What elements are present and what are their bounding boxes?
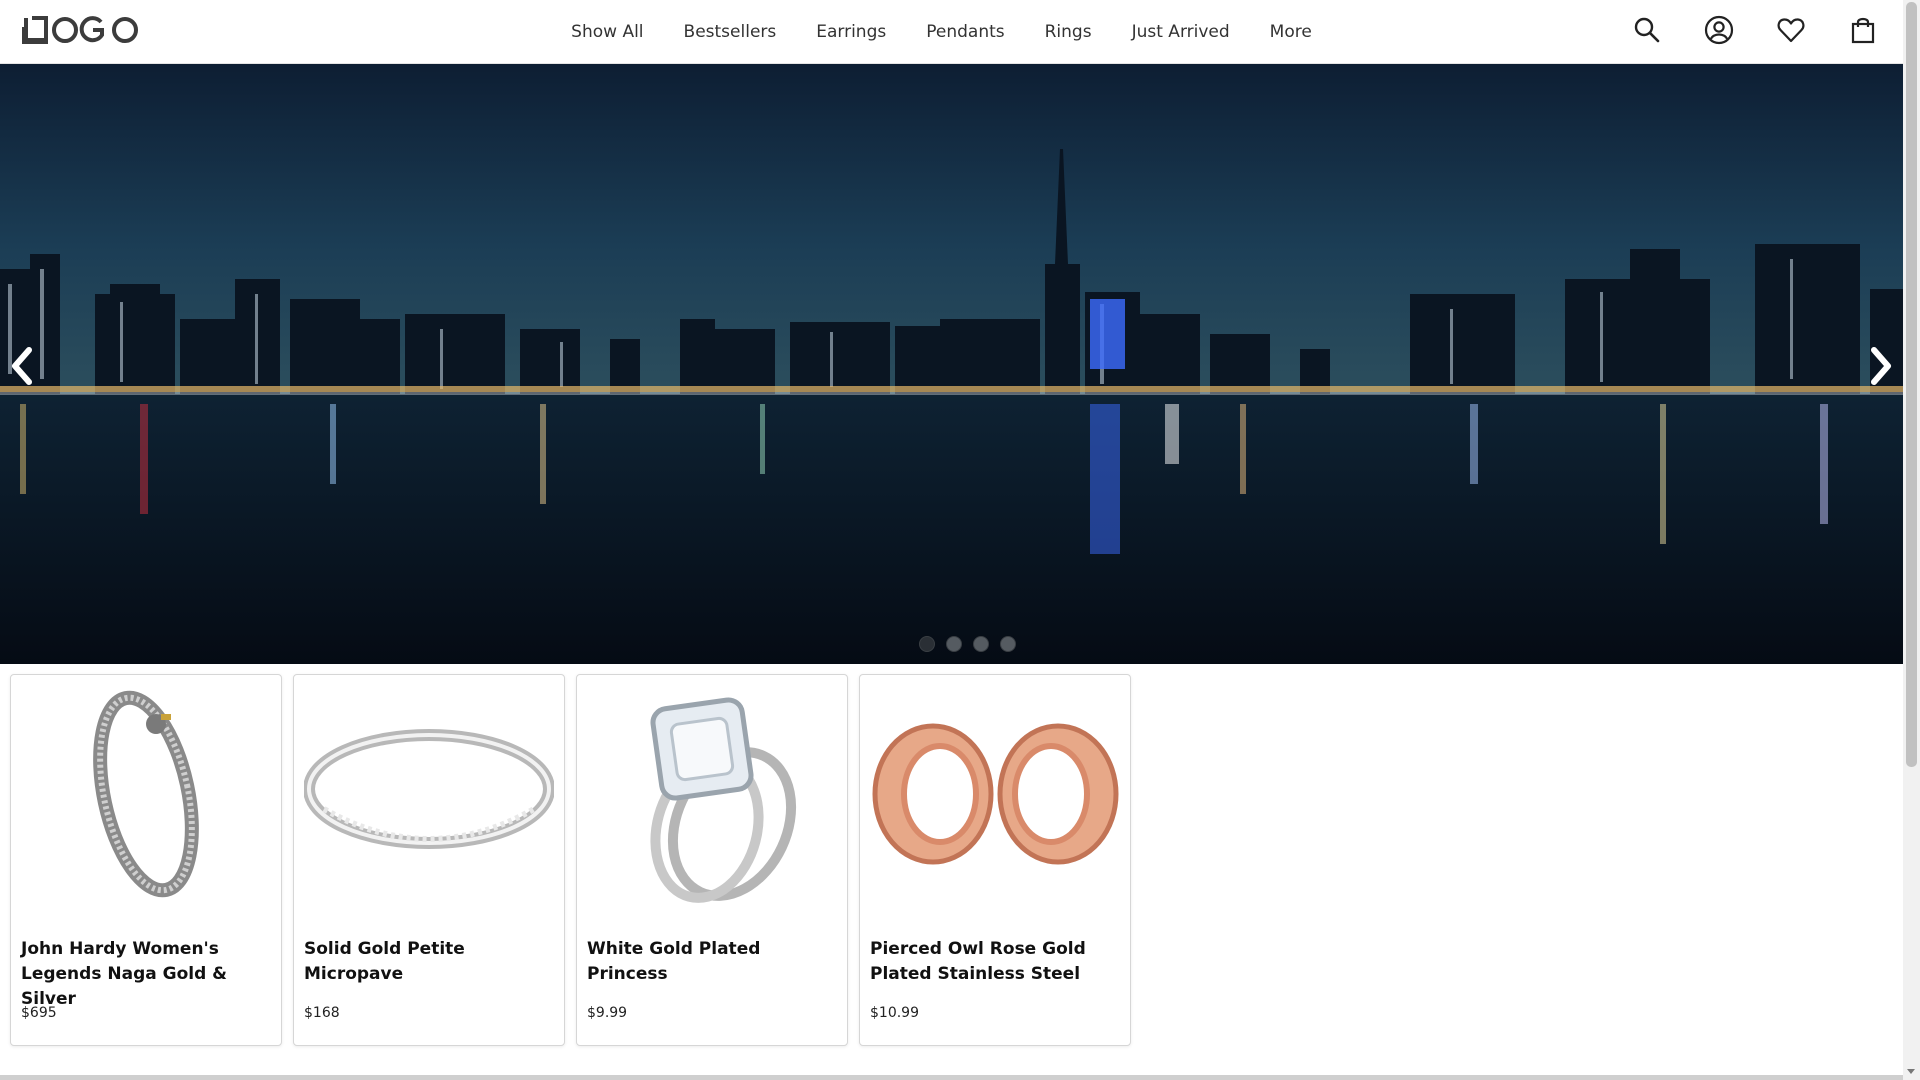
- cart-button[interactable]: [1848, 14, 1878, 46]
- nav-item-just-arrived[interactable]: Just Arrived: [1112, 22, 1250, 42]
- header-actions: [1632, 14, 1878, 46]
- vertical-scrollbar[interactable]: [1903, 0, 1920, 1080]
- product-card[interactable]: White Gold Plated Princess $9.99: [576, 674, 848, 1046]
- nav-item-bestsellers[interactable]: Bestsellers: [664, 22, 797, 42]
- horizontal-scrollbar[interactable]: [0, 1075, 1903, 1080]
- nav-item-rings[interactable]: Rings: [1025, 22, 1112, 42]
- carousel-pagination: [919, 636, 1016, 652]
- product-grid: John Hardy Women's Legends Naga Gold & S…: [10, 674, 1131, 1046]
- chevron-left-icon: [12, 347, 32, 385]
- product-image-bracelet: [19, 683, 273, 905]
- product-price: $168: [304, 1005, 340, 1021]
- wishlist-button[interactable]: [1776, 14, 1806, 46]
- product-title[interactable]: John Hardy Women's Legends Naga Gold & S…: [21, 937, 273, 1012]
- account-icon: [1704, 15, 1734, 45]
- product-title[interactable]: Solid Gold Petite Micropave: [304, 937, 556, 987]
- scrollbar-thumb[interactable]: [1906, 2, 1917, 767]
- main-nav: Show All Bestsellers Earrings Pendants R…: [0, 0, 1903, 64]
- chevron-right-icon: [1871, 347, 1891, 385]
- hero-city-skyline-image: [0, 64, 1903, 664]
- carousel-dot-4[interactable]: [1000, 636, 1016, 652]
- product-image-ring: [302, 683, 556, 905]
- nav-item-pendants[interactable]: Pendants: [906, 22, 1024, 42]
- carousel-dot-2[interactable]: [946, 636, 962, 652]
- product-price: $695: [21, 1005, 57, 1021]
- account-button[interactable]: [1704, 14, 1734, 46]
- product-price: $10.99: [870, 1005, 919, 1021]
- carousel-dot-1[interactable]: [919, 636, 935, 652]
- search-icon: [1634, 17, 1660, 43]
- carousel-next-button[interactable]: [1861, 339, 1901, 393]
- product-title[interactable]: Pierced Owl Rose Gold Plated Stainless S…: [870, 937, 1122, 987]
- carousel-prev-button[interactable]: [2, 339, 42, 393]
- hero-carousel: [0, 64, 1903, 664]
- product-image-princess-ring: [585, 683, 839, 905]
- scroll-down-arrow-icon[interactable]: [1907, 1069, 1915, 1074]
- bag-icon: [1851, 17, 1875, 44]
- nav-item-show-all[interactable]: Show All: [551, 22, 663, 42]
- product-card[interactable]: John Hardy Women's Legends Naga Gold & S…: [10, 674, 282, 1046]
- heart-icon: [1777, 18, 1805, 43]
- product-price: $9.99: [587, 1005, 628, 1021]
- product-card[interactable]: Solid Gold Petite Micropave $168: [293, 674, 565, 1046]
- nav-item-more[interactable]: More: [1250, 22, 1332, 42]
- site-header: Show All Bestsellers Earrings Pendants R…: [0, 0, 1903, 64]
- product-card[interactable]: Pierced Owl Rose Gold Plated Stainless S…: [859, 674, 1131, 1046]
- search-button[interactable]: [1632, 14, 1662, 46]
- product-image-tunnel-plugs: [868, 683, 1122, 905]
- product-title[interactable]: White Gold Plated Princess: [587, 937, 839, 987]
- carousel-dot-3[interactable]: [973, 636, 989, 652]
- nav-item-earrings[interactable]: Earrings: [796, 22, 906, 42]
